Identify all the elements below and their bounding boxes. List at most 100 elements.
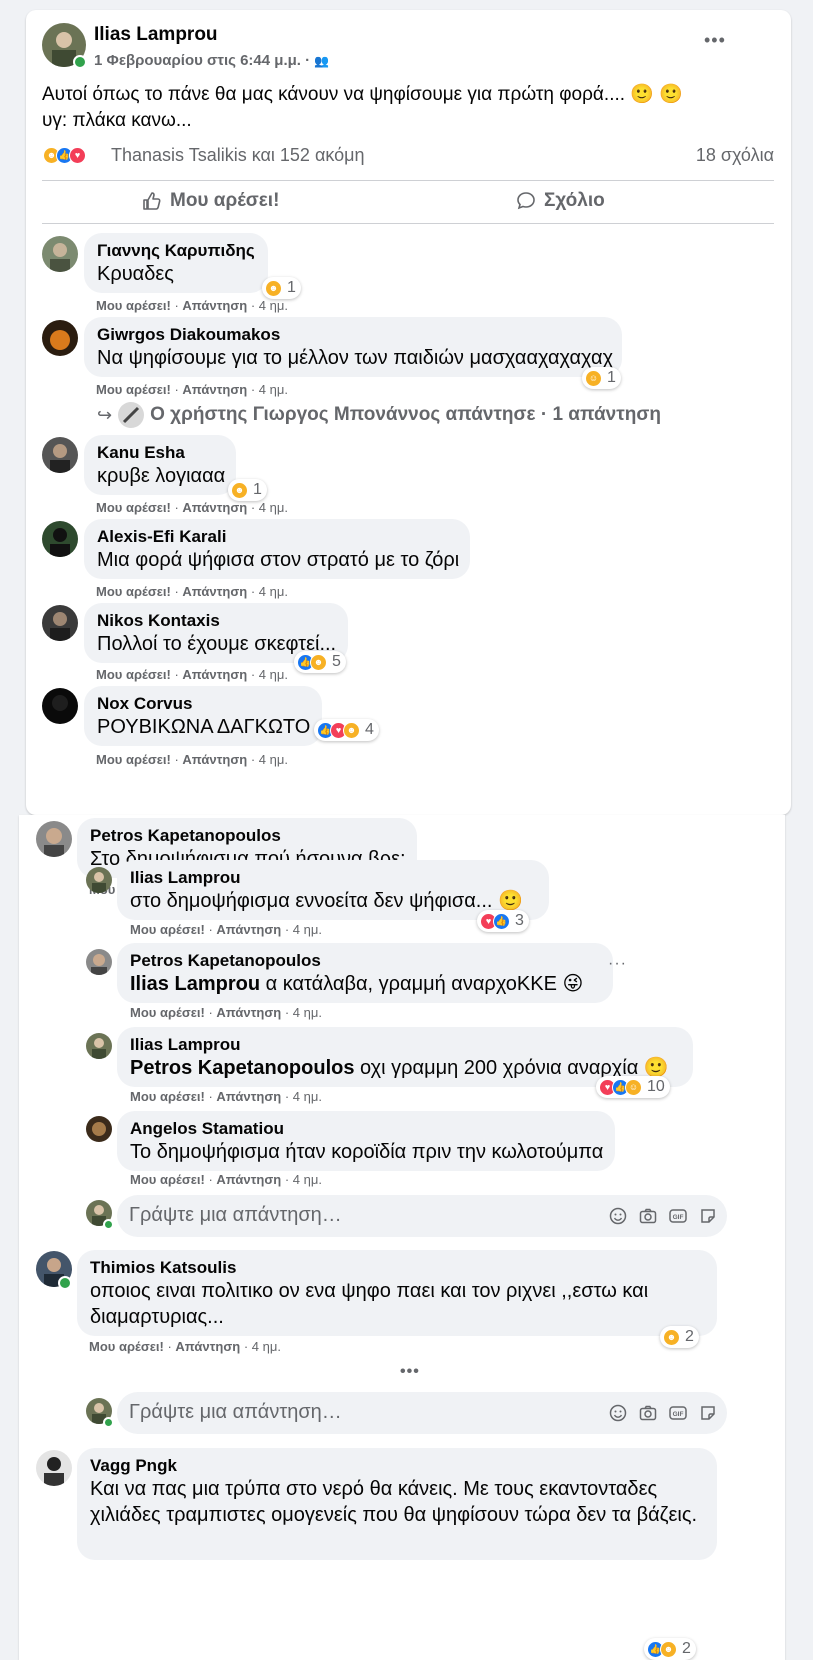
gif-icon[interactable]: GIF <box>669 1207 687 1225</box>
comment-author[interactable]: Nox Corvus <box>97 693 309 714</box>
gif-icon[interactable]: GIF <box>669 1404 687 1422</box>
avatar[interactable] <box>36 1450 72 1486</box>
emoji-icon[interactable] <box>609 1404 627 1422</box>
sticker-icon[interactable] <box>699 1404 717 1422</box>
comment-author[interactable]: Vagg Pngk <box>90 1455 704 1476</box>
comment-reply-link[interactable]: Απάντηση <box>182 584 247 599</box>
avatar[interactable] <box>42 521 78 557</box>
reply-reactions[interactable]: ♥ 👍 ☺ 10 <box>596 1076 670 1098</box>
comment-reply-link[interactable]: Απάντηση <box>175 1339 240 1354</box>
reaction-icons[interactable]: ☻ 👍 ♥ <box>43 147 86 164</box>
view-replies-link[interactable]: ↪ Ο χρήστης Γιωργος Μπονάννος απάντησε ·… <box>97 402 661 428</box>
camera-icon[interactable] <box>639 1404 657 1422</box>
comment-reactions[interactable]: ☻ 1 <box>262 277 301 299</box>
post-author-name[interactable]: Ilias Lamprou <box>94 24 218 46</box>
reply-time[interactable]: 4 ημ. <box>293 1005 322 1020</box>
comment-reply-link[interactable]: Απάντηση <box>182 382 247 397</box>
mention-link[interactable]: Petros Kapetanopoulos <box>130 1057 354 1079</box>
comment-time[interactable]: 4 ημ. <box>259 382 288 397</box>
sticker-icon[interactable] <box>699 1207 717 1225</box>
comment-author[interactable]: Kanu Esha <box>97 442 223 463</box>
comment-reply-link[interactable]: Απάντηση <box>182 500 247 515</box>
like-button[interactable]: Μου αρέσει! <box>142 190 279 212</box>
comment-reactions[interactable]: 👍 ☻ 2 <box>644 1638 696 1660</box>
comment-author[interactable]: Giwrgos Diakoumakos <box>97 324 609 345</box>
comment-like-link[interactable]: Μου αρέσει! <box>89 1339 164 1354</box>
avatar[interactable] <box>86 867 112 893</box>
comment-like-link[interactable]: Μου αρέσει! <box>96 298 171 313</box>
reply-author[interactable]: Angelos Stamatiou <box>130 1118 602 1139</box>
mention-link[interactable]: Ilias Lamprou <box>130 973 260 995</box>
comment-time[interactable]: 4 ημ. <box>259 500 288 515</box>
reply-reactions[interactable]: ♥ 👍 3 <box>477 910 529 932</box>
comment-like-link[interactable]: Μου αρέσει! <box>96 500 171 515</box>
more-replies-icon[interactable]: ••• <box>400 1363 420 1381</box>
comment-reactions[interactable]: ☺ 1 <box>582 367 621 389</box>
reply-like-link[interactable]: Μου αρέσει! <box>130 1089 205 1104</box>
avatar[interactable] <box>36 821 72 857</box>
comment-time[interactable]: 4 ημ. <box>259 667 288 682</box>
haha-icon: ☻ <box>231 481 248 499</box>
avatar[interactable] <box>42 320 78 356</box>
comment-reply-link[interactable]: Απάντηση <box>182 752 247 767</box>
reply-author[interactable]: Ilias Lamprou <box>130 867 536 888</box>
reply-input[interactable]: Γράψτε μια απάντηση… GIF <box>117 1195 727 1237</box>
comment-like-link[interactable]: Μου αρέσει! <box>96 752 171 767</box>
reactions-summary[interactable]: Thanasis Tsalikis και 152 ακόμη <box>111 145 365 166</box>
reply-time[interactable]: 4 ημ. <box>293 1172 322 1187</box>
comment-reply-link[interactable]: Απάντηση <box>182 298 247 313</box>
reply-time[interactable]: 4 ημ. <box>293 922 322 937</box>
comment-like-link[interactable]: Μου αρέσει! <box>96 667 171 682</box>
comment-time[interactable]: 4 ημ. <box>259 752 288 767</box>
comment-reactions[interactable]: 👍 ☻ 5 <box>294 651 346 673</box>
view-replies-text: Ο χρήστης Γιωργος Μπονάννος απάντησε · 1… <box>150 404 661 425</box>
comment-time[interactable]: 4 ημ. <box>259 298 288 313</box>
comment-time[interactable]: 4 ημ. <box>252 1339 281 1354</box>
avatar[interactable] <box>86 1033 112 1059</box>
comment-author[interactable]: Γιαννης Καρυπιδης <box>97 240 255 261</box>
avatar[interactable] <box>42 236 78 272</box>
comments-continued: Petros Kapetanopoulos Στο δημοψήφισμα πο… <box>19 815 785 1660</box>
more-options-icon[interactable]: ··· <box>608 955 627 973</box>
avatar[interactable] <box>42 437 78 473</box>
comment-reactions[interactable]: ☻ 1 <box>228 479 267 501</box>
like-button-label: Μου αρέσει! <box>170 190 280 211</box>
post-timestamp[interactable]: 1 Φεβρουαρίου στις 6:44 μ.μ. <box>94 52 301 69</box>
avatar[interactable] <box>42 605 78 641</box>
reply-input-placeholder: Γράψτε μια απάντηση… <box>129 1204 342 1226</box>
camera-icon[interactable] <box>639 1207 657 1225</box>
comment-reactions[interactable]: 👍 ♥ ☻ 4 <box>314 719 379 741</box>
comment-reply-link[interactable]: Απάντηση <box>182 667 247 682</box>
comment-bubble: Thimios Katsoulis οποιος ειναι πολιτικο … <box>77 1250 717 1336</box>
reply-bubble: Angelos Stamatiou Το δημοψήφισμα ήταν κο… <box>117 1111 615 1171</box>
reply-author[interactable]: Ilias Lamprou <box>130 1034 680 1055</box>
comment-like-link[interactable]: Μου αρέσει! <box>96 382 171 397</box>
reply-reply-link[interactable]: Απάντηση <box>216 1089 281 1104</box>
comment-like-link[interactable]: Μου αρέσει! <box>96 584 171 599</box>
reply-author[interactable]: Petros Kapetanopoulos <box>130 950 600 971</box>
friends-icon: 👥 <box>314 54 330 68</box>
comments-count[interactable]: 18 σχόλια <box>696 145 774 166</box>
reply-reply-link[interactable]: Απάντηση <box>216 1172 281 1187</box>
reply-time[interactable]: 4 ημ. <box>293 1089 322 1104</box>
emoji-icon[interactable] <box>609 1207 627 1225</box>
comment-author[interactable]: Nikos Kontaxis <box>97 610 335 631</box>
reply-like-link[interactable]: Μου αρέσει! <box>130 1005 205 1020</box>
reply-reply-link[interactable]: Απάντηση <box>216 1005 281 1020</box>
avatar[interactable] <box>86 949 112 975</box>
comment-button[interactable]: Σχόλιο <box>516 190 605 212</box>
avatar[interactable] <box>86 1116 112 1142</box>
more-options-icon[interactable]: ••• <box>704 30 726 51</box>
reply-like-link[interactable]: Μου αρέσει! <box>130 1172 205 1187</box>
comment-time[interactable]: 4 ημ. <box>259 584 288 599</box>
reply-like-link[interactable]: Μου αρέσει! <box>130 922 205 937</box>
comment-text: Μια φορά ψήφισα στον στρατό με το ζόρι <box>97 549 460 571</box>
comment-author[interactable]: Thimios Katsoulis <box>90 1257 704 1278</box>
reaction-count: 1 <box>287 279 296 296</box>
comment-author[interactable]: Petros Kapetanopoulos <box>90 825 404 846</box>
reply-reply-link[interactable]: Απάντηση <box>216 922 281 937</box>
avatar[interactable] <box>42 688 78 724</box>
comment-reactions[interactable]: ☻ 2 <box>660 1326 699 1348</box>
reply-input[interactable]: Γράψτε μια απάντηση… GIF <box>117 1392 727 1434</box>
comment-author[interactable]: Alexis-Efi Karali <box>97 526 457 547</box>
